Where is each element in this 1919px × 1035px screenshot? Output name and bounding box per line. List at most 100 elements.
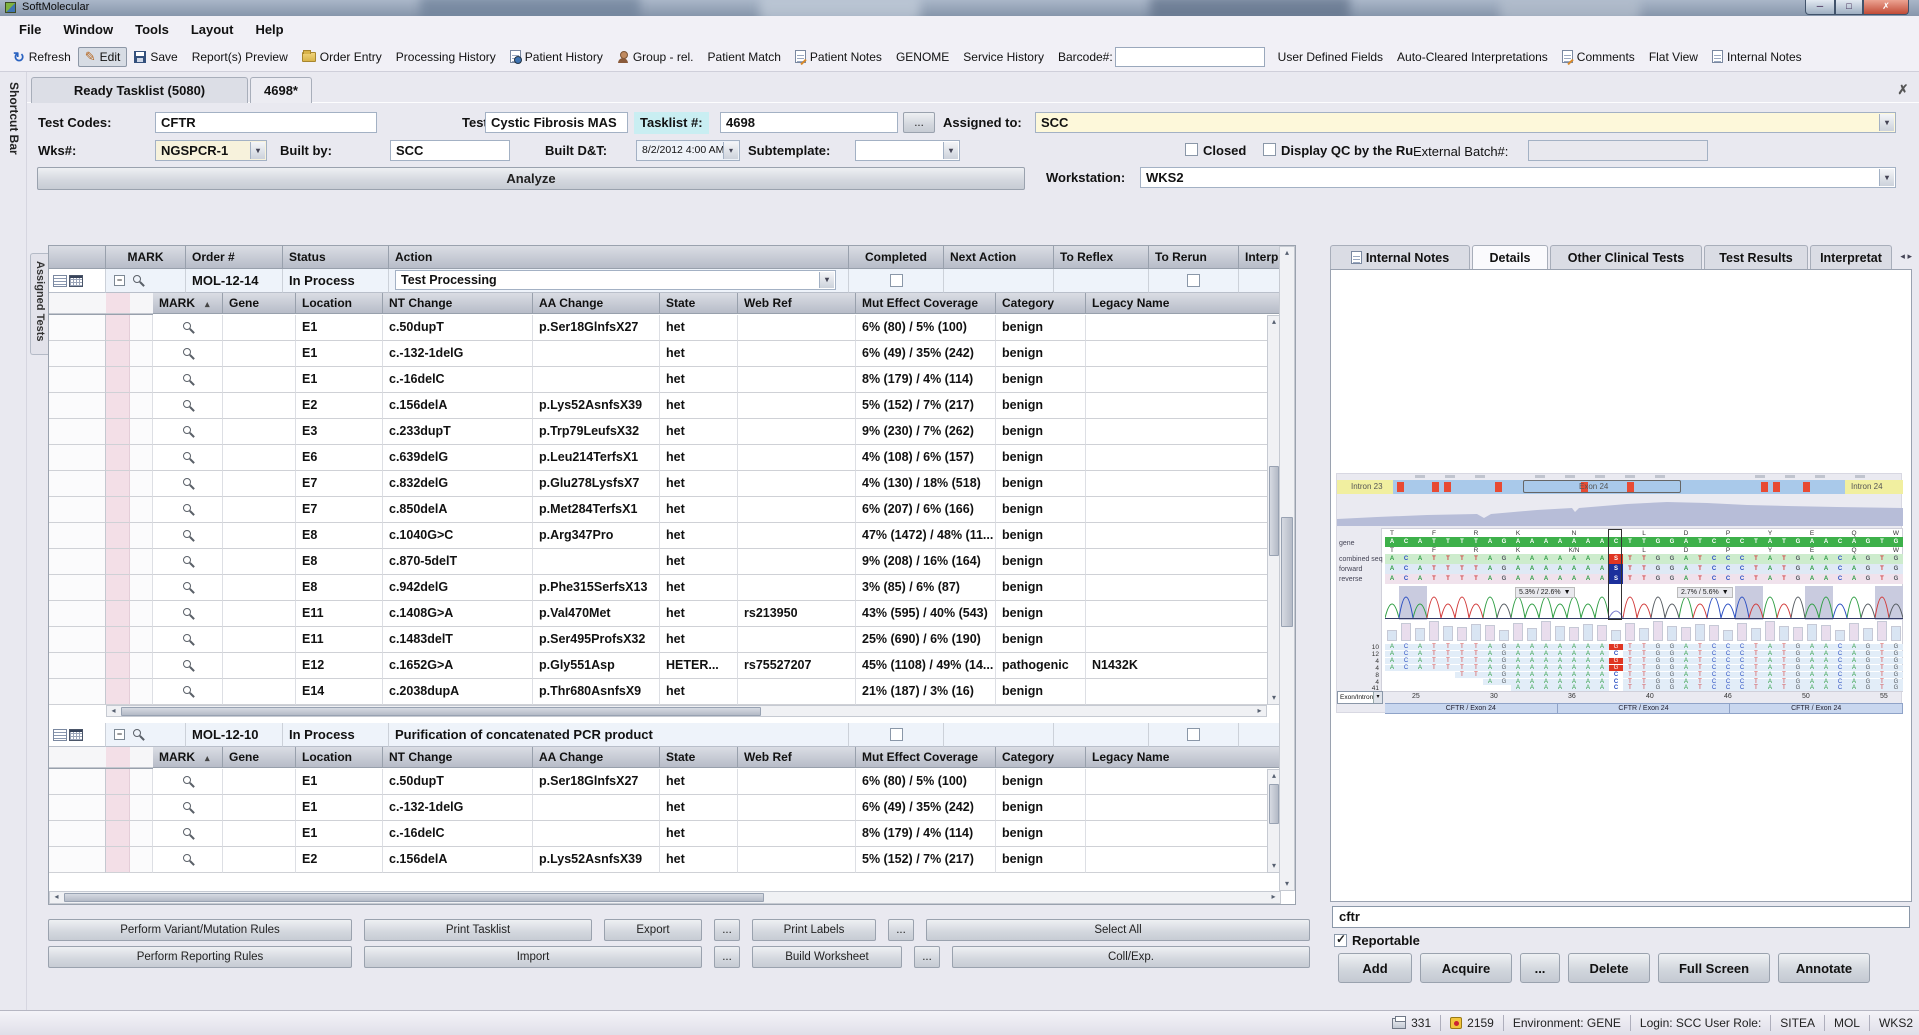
chevron-down-icon[interactable]: ▾ <box>943 142 958 159</box>
report-preview-button[interactable]: Report(s) Preview <box>185 47 295 67</box>
group-rel-button[interactable]: Group - rel. <box>610 47 701 67</box>
built-dt-dropdown[interactable]: 8/2/2012 4:00 AM▾ <box>636 140 740 161</box>
mark-wand-icon[interactable] <box>181 633 194 646</box>
vscroll-thumb[interactable] <box>1281 517 1293 627</box>
tab-internal-notes[interactable]: Internal Notes <box>1330 245 1470 269</box>
variant-row[interactable]: E1 c.-132-1delG het 6% (49) / 35% (242) … <box>49 795 1281 821</box>
variant-row[interactable]: E11 c.1483delT p.Ser495ProfsX32 het 25% … <box>49 627 1281 653</box>
more-options-button[interactable]: ... <box>1520 953 1560 983</box>
report-icon[interactable] <box>53 729 67 741</box>
mark-wand-icon[interactable] <box>181 477 194 490</box>
mark-wand-icon[interactable] <box>181 775 194 788</box>
variant-row[interactable]: E14 c.2038dupA p.Thr680AsnfsX9 het 21% (… <box>49 679 1281 705</box>
order-group-row[interactable]: − MOL-12-14 In Process Test Processing▾ <box>49 269 1281 293</box>
col-mut-effect[interactable]: Mut Effect Coverage <box>856 293 996 314</box>
mark-wand-icon[interactable] <box>181 451 194 464</box>
print-tasklist-button[interactable]: Print Tasklist <box>364 919 592 941</box>
variant-row[interactable]: E6 c.639delG p.Leu214TerfsX1 het 4% (108… <box>49 445 1281 471</box>
chevron-down-icon[interactable]: ▾ <box>819 272 834 288</box>
tab-other-clinical-tests[interactable]: Other Clinical Tests <box>1550 245 1702 269</box>
genome-button[interactable]: GENOME <box>889 47 956 67</box>
variant-row[interactable]: E1 c.50dupT p.Ser18GlnfsX27 het 6% (80) … <box>49 769 1281 795</box>
patient-notes-button[interactable]: Patient Notes <box>788 47 889 67</box>
mark-wand-icon[interactable] <box>181 529 194 542</box>
test-names-field[interactable]: Cystic Fibrosis MAS <box>485 112 628 133</box>
variant-row[interactable]: E1 c.-16delC het 8% (179) / 4% (114) ben… <box>49 821 1281 847</box>
export-options-button[interactable]: ... <box>714 919 740 941</box>
variant-row[interactable]: E8 c.1040G>C p.Arg347Pro het 47% (1472) … <box>49 523 1281 549</box>
export-button[interactable]: Export <box>604 919 702 941</box>
mark-wand-icon[interactable] <box>181 685 194 698</box>
minimize-button[interactable]: ─ <box>1805 0 1835 15</box>
barcode-input[interactable] <box>1115 47 1265 67</box>
col-status[interactable]: Status <box>283 246 389 269</box>
mark-wand-icon[interactable] <box>181 801 194 814</box>
edit-button[interactable]: ✎Edit <box>78 47 128 67</box>
menu-help[interactable]: Help <box>244 19 294 40</box>
reportable-checkbox[interactable] <box>1334 934 1347 947</box>
action-dropdown[interactable]: Test Processing▾ <box>395 270 836 290</box>
service-history-button[interactable]: Service History <box>956 47 1051 67</box>
chromatogram-viewer[interactable]: Intron 23Exon 24Intron 24genecombined se… <box>1336 473 1902 713</box>
refresh-button[interactable]: ↻Refresh <box>6 47 78 67</box>
mark-wand-icon[interactable] <box>131 728 144 741</box>
collapse-button[interactable]: − <box>114 275 125 286</box>
internal-notes-button[interactable]: Internal Notes <box>1705 47 1809 67</box>
col-category[interactable]: Category <box>996 293 1086 314</box>
display-qc-checkbox[interactable] <box>1263 143 1276 156</box>
mark-wand-icon[interactable] <box>181 853 194 866</box>
mark-wand-icon[interactable] <box>131 274 144 287</box>
menu-layout[interactable]: Layout <box>180 19 245 40</box>
comments-button[interactable]: Comments <box>1555 47 1642 67</box>
wks-dropdown[interactable]: NGSPCR-1▾ <box>155 140 267 161</box>
analyze-button[interactable]: Analyze <box>37 167 1025 190</box>
menu-tools[interactable]: Tools <box>124 19 180 40</box>
worksheet-icon[interactable] <box>69 275 83 287</box>
user-defined-fields-button[interactable]: User Defined Fields <box>1271 47 1390 67</box>
print-labels-options-button[interactable]: ... <box>888 919 914 941</box>
col-to-rerun[interactable]: To Rerun <box>1149 246 1239 269</box>
variant-row[interactable]: E7 c.832delG p.Glu278LysfsX7 het 4% (130… <box>49 471 1281 497</box>
mark-wand-icon[interactable] <box>181 581 194 594</box>
col-legacy-name[interactable]: Legacy Name <box>1086 293 1281 314</box>
processing-history-button[interactable]: Processing History <box>389 47 503 67</box>
range-dropdown[interactable]: Exon/Intron▾ <box>1337 691 1383 704</box>
order-entry-button[interactable]: Order Entry <box>295 47 389 67</box>
collapse-expand-button[interactable]: Coll/Exp. <box>952 946 1310 968</box>
to-rerun-checkbox[interactable] <box>1187 274 1200 287</box>
mark-wand-icon[interactable] <box>181 347 194 360</box>
mark-wand-icon[interactable] <box>181 607 194 620</box>
chevron-down-icon[interactable]: ▾ <box>1879 169 1894 186</box>
close-button[interactable]: ✗ <box>1863 0 1909 15</box>
build-worksheet-button[interactable]: Build Worksheet <box>752 946 902 968</box>
order-group-row[interactable]: − MOL-12-10 In Process Purification of c… <box>49 723 1281 747</box>
subtemplate-dropdown[interactable]: ▾ <box>855 140 960 161</box>
col-mark[interactable]: MARK <box>106 246 186 269</box>
vscroll-thumb[interactable] <box>1269 466 1279 556</box>
built-by-field[interactable]: SCC <box>390 140 510 161</box>
add-button[interactable]: Add <box>1338 953 1412 983</box>
tab-close-icon[interactable]: ✗ <box>1895 82 1911 98</box>
assigned-to-field[interactable]: SCC▾ <box>1035 112 1896 133</box>
variant-row[interactable]: E8 c.942delG p.Phe315SerfsX13 het 3% (85… <box>49 575 1281 601</box>
mark-wand-icon[interactable] <box>181 321 194 334</box>
col-nt-change[interactable]: NT Change <box>383 293 533 314</box>
test-codes-field[interactable]: CFTR <box>155 112 377 133</box>
variant-row[interactable]: E12 c.1652G>A p.Gly551Asp HETER... rs755… <box>49 653 1281 679</box>
mark-wand-icon[interactable] <box>181 399 194 412</box>
col-completed[interactable]: Completed <box>849 246 944 269</box>
report-icon[interactable] <box>53 275 67 287</box>
grid-hscrollbar[interactable]: ◂ ▸ <box>49 891 1281 904</box>
workstation-dropdown[interactable]: WKS2▾ <box>1140 167 1896 188</box>
perform-variant-rules-button[interactable]: Perform Variant/Mutation Rules <box>48 919 352 941</box>
shortcut-bar[interactable]: Shortcut Bar <box>0 72 27 1010</box>
mark-wand-icon[interactable] <box>181 425 194 438</box>
import-options-button[interactable]: ... <box>714 946 740 968</box>
full-screen-button[interactable]: Full Screen <box>1658 953 1770 983</box>
worksheet-icon[interactable] <box>69 729 83 741</box>
tab-next-icon[interactable]: ▸ <box>1907 251 1912 261</box>
tasklist-field[interactable]: 4698 <box>720 112 898 133</box>
col-order[interactable]: Order # <box>186 246 283 269</box>
variant-row[interactable]: E2 c.156delA p.Lys52AsnfsX39 het 5% (152… <box>49 847 1281 873</box>
tab-test-results[interactable]: Test Results <box>1704 245 1808 269</box>
